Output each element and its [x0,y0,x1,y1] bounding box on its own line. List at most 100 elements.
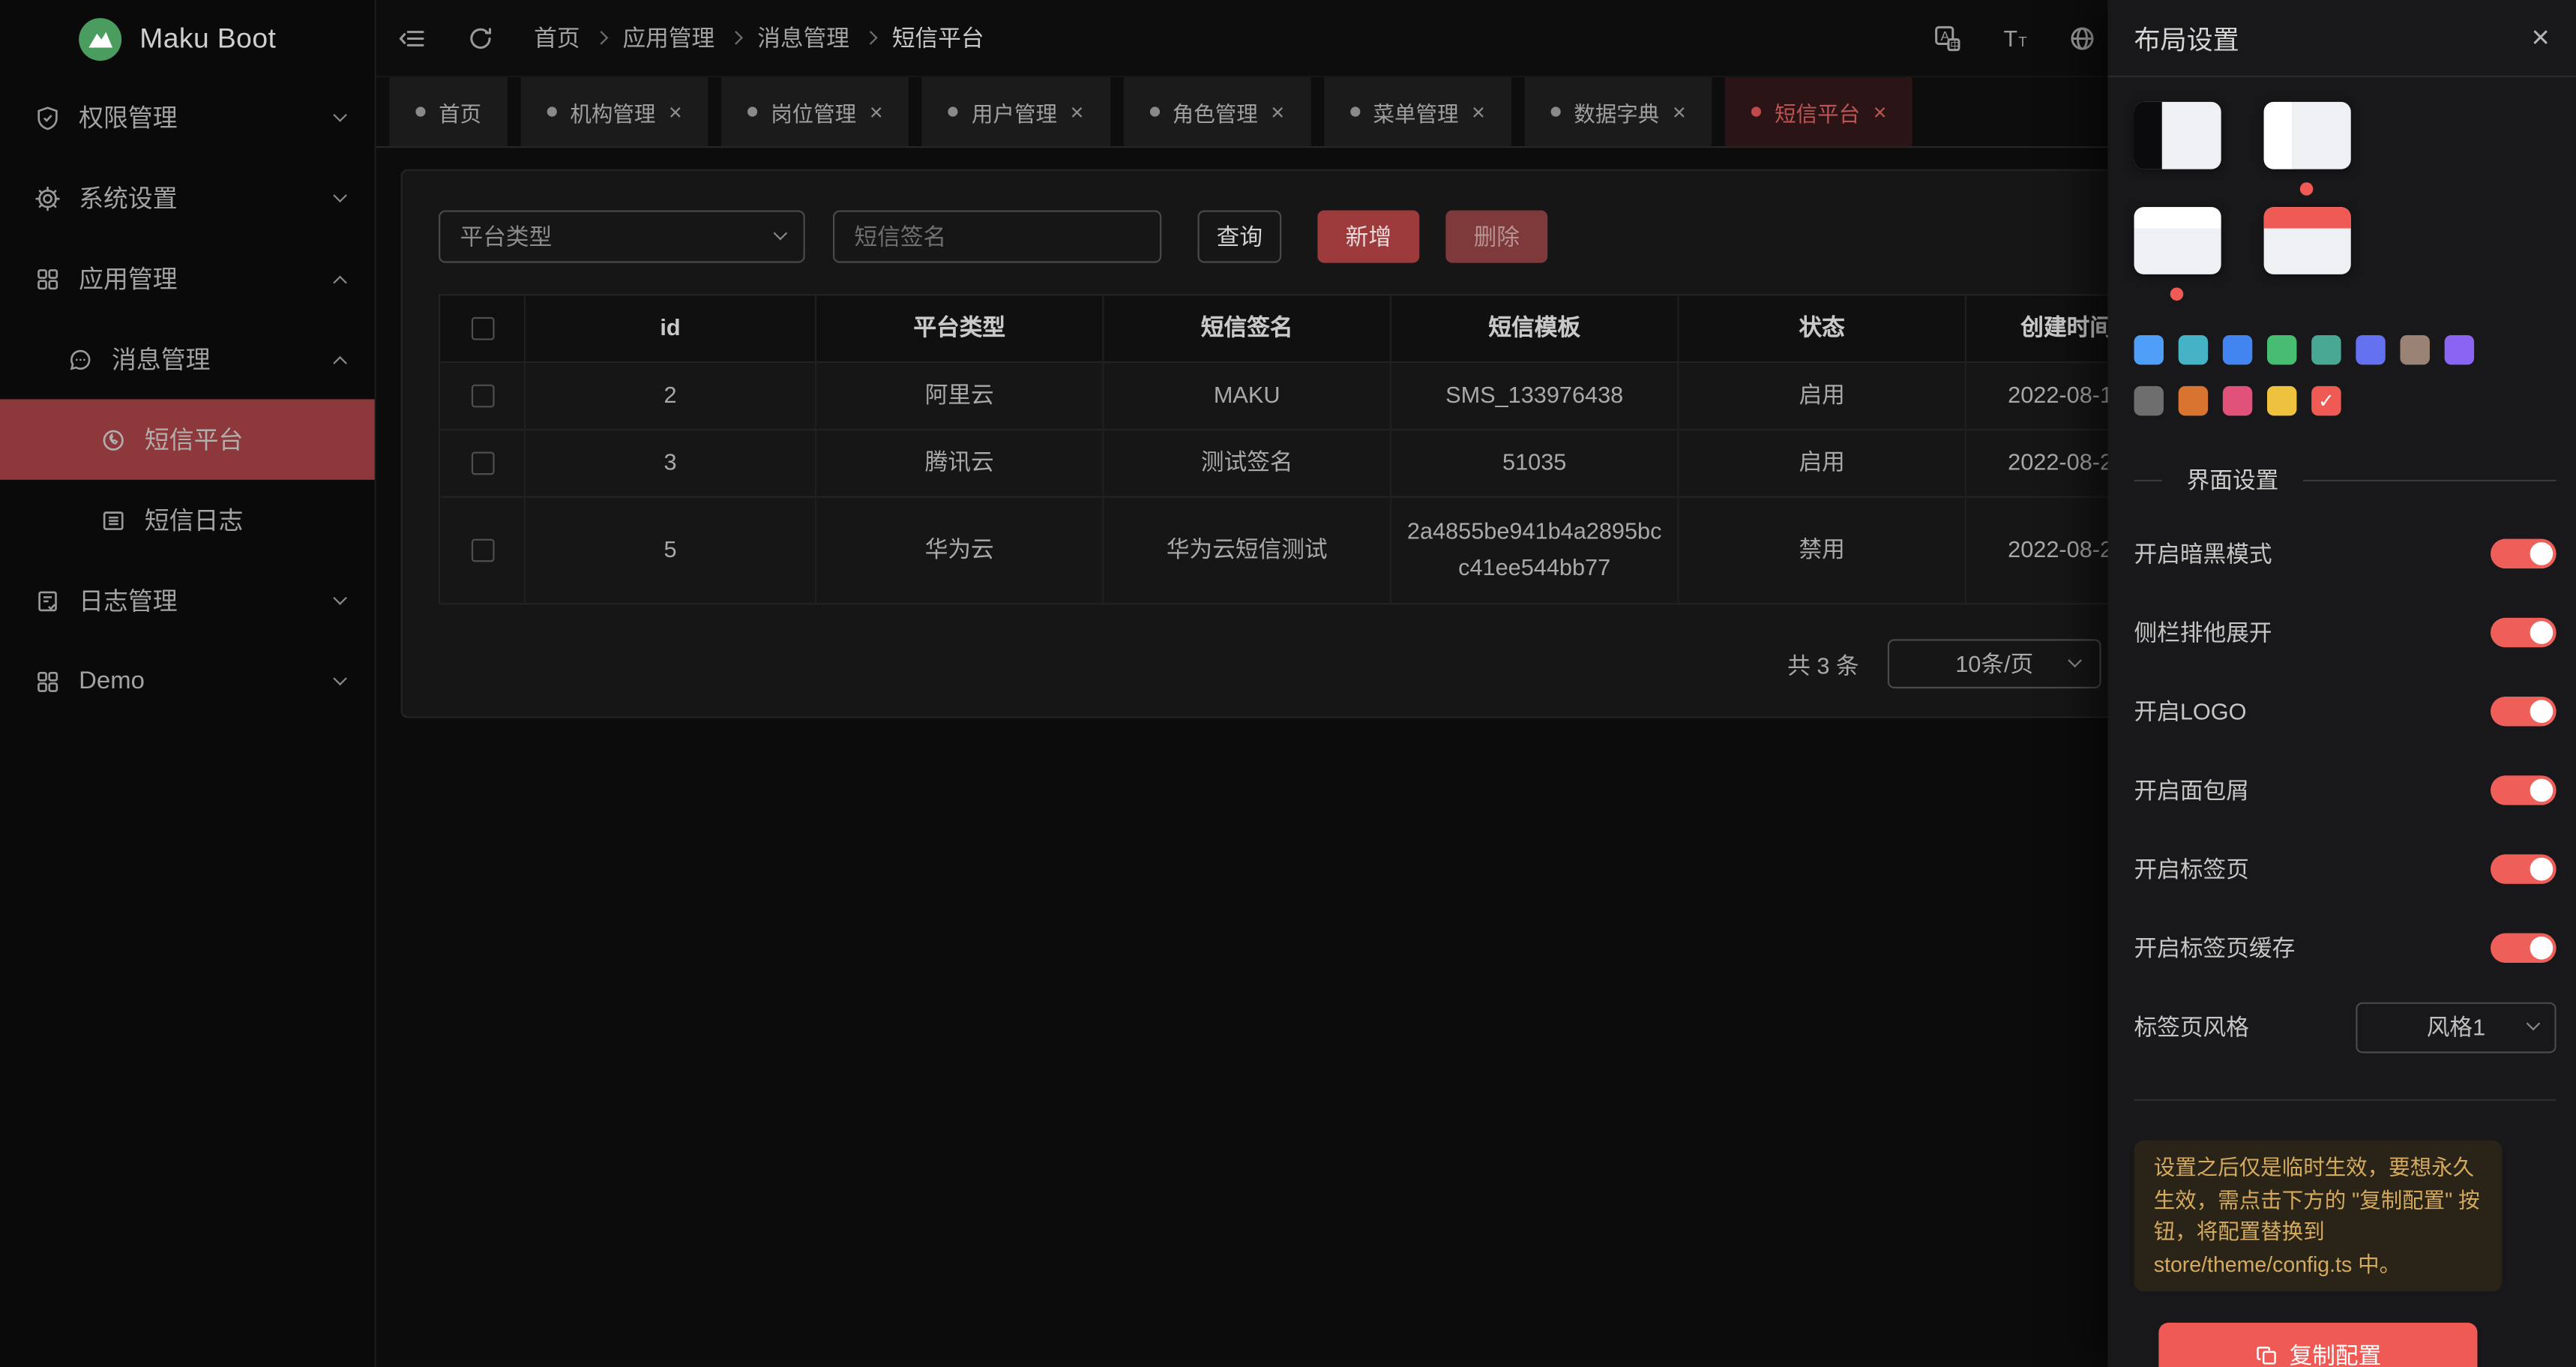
tab-style-select[interactable]: 风格1 [2356,1001,2556,1052]
column-header: 短信签名 [1104,295,1391,363]
breadcrumb-item[interactable]: 消息管理 [757,21,849,54]
setting-label: 标签页风格 [2134,1011,2248,1044]
sidebar-accordion-toggle[interactable] [2491,618,2557,647]
font-size-icon[interactable]: TT [2001,25,2029,52]
theme-color-swatch[interactable] [2179,386,2208,415]
cell-platform: 阿里云 [816,363,1104,430]
tab-menu[interactable]: 菜单管理 × [1324,77,1511,146]
row-checkbox[interactable] [471,539,494,562]
page-size-select[interactable]: 10条/页 [1888,639,2101,688]
sidebar-item-demo[interactable]: Demo [0,641,375,721]
breadcrumb-toggle[interactable] [2491,775,2557,805]
divider [2134,1099,2556,1101]
cell-template: 2a4855be941b4a2895bcc41ee544bb77 [1391,498,1679,604]
close-icon[interactable]: × [1874,100,1887,124]
close-icon[interactable]: × [1271,100,1284,124]
tab-role[interactable]: 角色管理 × [1123,77,1310,146]
grid-icon [34,265,61,292]
select-placeholder: 平台类型 [460,220,553,253]
layout-option-dark-sidebar[interactable] [2134,102,2221,169]
collapse-sidebar-icon[interactable] [397,25,425,52]
delete-button[interactable]: 删除 [1445,210,1547,262]
tab-dot [1751,106,1761,116]
close-icon[interactable]: × [870,100,883,124]
thumb-sidebar-bar [2264,102,2292,169]
thumb-header-bar [2134,207,2221,228]
translate-icon[interactable]: A中 [1933,25,1961,52]
theme-color-swatch-selected[interactable]: ✓ [2311,386,2341,415]
close-icon[interactable]: × [2532,22,2550,54]
layout-option-light-sidebar[interactable] [2264,102,2351,169]
close-icon[interactable]: × [669,100,682,124]
row-checkbox[interactable] [471,452,494,475]
sidebar-item-sms-log[interactable]: 短信日志 [0,480,375,560]
sidebar-item-permission[interactable]: 权限管理 [0,77,375,157]
setting-label: 开启暗黑模式 [2134,537,2272,570]
refresh-icon[interactable] [466,25,494,52]
document-check-icon [34,587,61,613]
copy-config-button[interactable]: 复制配置 [2158,1323,2477,1367]
tab-user[interactable]: 用户管理 × [922,77,1110,146]
theme-color-swatch[interactable] [2267,386,2296,415]
theme-color-swatch[interactable] [2179,335,2208,364]
sidebar-item-label: 系统设置 [79,181,374,215]
platform-type-select[interactable]: 平台类型 [439,210,805,262]
selected-dot [2170,287,2184,301]
logo-toggle[interactable] [2491,697,2557,726]
theme-color-swatch[interactable] [2223,386,2252,415]
sidebar-item-system[interactable]: 系统设置 [0,157,375,238]
theme-color-swatch[interactable] [2134,386,2163,415]
cell-template: 51035 [1391,430,1679,498]
theme-color-swatch[interactable] [2223,335,2252,364]
sidebar-item-log[interactable]: 日志管理 [0,560,375,640]
layout-option-red-header[interactable] [2264,207,2351,274]
setting-label: 开启标签页 [2134,853,2248,886]
tabs-toggle[interactable] [2491,854,2557,883]
search-button[interactable]: 查询 [1197,210,1281,262]
cell-template: SMS_133976438 [1391,363,1679,430]
section-title: 界面设置 [2187,463,2279,496]
tabs-cache-toggle[interactable] [2491,934,2557,963]
theme-color-swatch[interactable] [2445,335,2474,364]
sidebar-item-sms-platform[interactable]: 短信平台 [0,399,375,479]
column-header: id [526,295,816,363]
add-button[interactable]: 新增 [1317,210,1419,262]
cell-platform: 华为云 [816,498,1104,604]
cell-sign: 测试签名 [1104,430,1391,498]
setting-label: 侧栏排他展开 [2134,616,2272,649]
theme-color-swatch[interactable] [2400,335,2429,364]
close-icon[interactable]: × [1472,100,1485,124]
globe-icon[interactable] [2068,25,2096,52]
tab-home[interactable]: 首页 [389,77,508,146]
sidebar-item-application[interactable]: 应用管理 [0,238,375,319]
row-checkbox[interactable] [471,385,494,408]
tab-dict[interactable]: 数据字典 × [1525,77,1712,146]
theme-color-swatch[interactable] [2134,335,2163,364]
dark-mode-toggle[interactable] [2491,539,2557,568]
selected-dot [2300,182,2314,196]
tab-org[interactable]: 机构管理 × [521,77,708,146]
theme-color-swatch[interactable] [2311,335,2341,364]
theme-color-swatch[interactable] [2356,335,2385,364]
gear-icon [34,184,61,211]
close-icon[interactable]: × [1673,100,1686,124]
toggle-knob [2530,542,2554,565]
sidebar-item-message[interactable]: 消息管理 [0,319,375,399]
layout-row1-selection [2134,182,2556,196]
chevron-down-icon [774,226,788,241]
breadcrumb-item[interactable]: 应用管理 [623,21,715,54]
total-count-label: 共 3 条 [1787,649,1859,682]
tab-sms-platform[interactable]: 短信平台 × [1725,77,1913,146]
close-icon[interactable]: × [1070,100,1083,124]
tab-label: 角色管理 [1173,96,1258,127]
tab-post[interactable]: 岗位管理 × [721,77,909,146]
select-all-checkbox[interactable] [471,317,494,340]
breadcrumb-item[interactable]: 首页 [534,21,580,54]
cell-id: 5 [526,498,816,604]
sms-sign-input[interactable]: 短信签名 [833,210,1161,262]
theme-color-swatch[interactable] [2267,335,2296,364]
app-window: Maku Boot 权限管理 系统设置 应用管理 [0,0,2576,1367]
layout-option-light-header[interactable] [2134,207,2221,274]
divider [2134,479,2161,481]
copy-icon [2255,1344,2278,1367]
